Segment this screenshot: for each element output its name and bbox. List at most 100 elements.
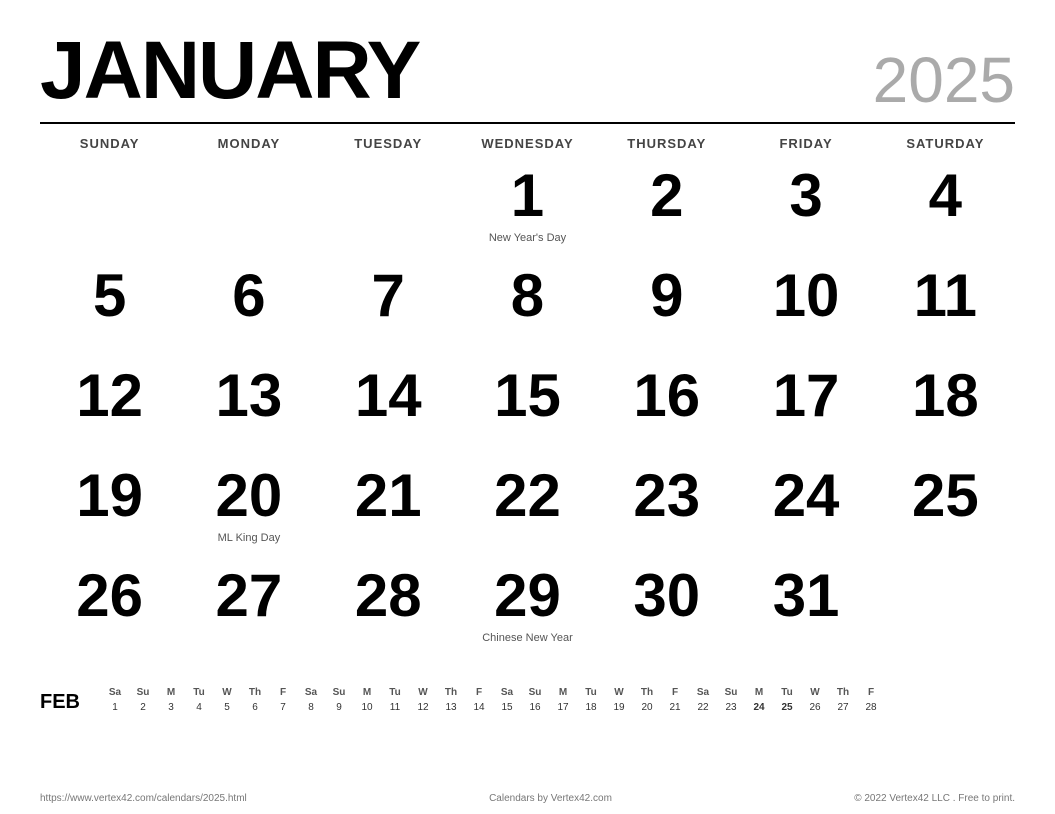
mini-header: F (661, 685, 689, 700)
mini-day: 13 (437, 700, 465, 715)
mini-day: 7 (269, 700, 297, 715)
mini-header: Tu (381, 685, 409, 700)
day-number: 9 (601, 263, 732, 329)
day-number: 6 (183, 263, 314, 329)
day-number: 29 (462, 563, 593, 629)
footer-left: https://www.vertex42.com/calendars/2025.… (40, 793, 247, 804)
day-number: 28 (323, 563, 454, 629)
mini-day: 20 (633, 700, 661, 715)
mini-header: Sa (493, 685, 521, 700)
calendar-cell: 5 (40, 257, 179, 357)
day-header: SUNDAY (40, 130, 179, 157)
mini-day: 2 (129, 700, 157, 715)
mini-header: Th (633, 685, 661, 700)
day-number: 8 (462, 263, 593, 329)
calendar-cell: 31 (736, 557, 875, 657)
mini-header: Sa (297, 685, 325, 700)
footer-center: Calendars by Vertex42.com (489, 793, 612, 804)
day-number: 7 (323, 263, 454, 329)
calendar-cell (179, 157, 318, 257)
mini-day: 9 (325, 700, 353, 715)
holiday-text: New Year's Day (462, 231, 593, 245)
mini-header: Tu (577, 685, 605, 700)
day-number: 25 (880, 463, 1011, 529)
mini-header: F (857, 685, 885, 700)
calendar-cell: 22 (458, 457, 597, 557)
mini-day: 28 (857, 700, 885, 715)
mini-day: 17 (549, 700, 577, 715)
mini-header: M (549, 685, 577, 700)
day-header: TUESDAY (319, 130, 458, 157)
mini-day: 15 (493, 700, 521, 715)
mini-day: 11 (381, 700, 409, 715)
day-number: 31 (740, 563, 871, 629)
day-number: 5 (44, 263, 175, 329)
calendar-cell: 19 (40, 457, 179, 557)
holiday-text: Chinese New Year (462, 631, 593, 645)
footer-right: © 2022 Vertex42 LLC . Free to print. (854, 793, 1015, 804)
calendar-cell: 14 (319, 357, 458, 457)
calendar-cell: 11 (876, 257, 1015, 357)
day-number: 15 (462, 363, 593, 429)
calendar-cell: 4 (876, 157, 1015, 257)
calendar-cell: 20ML King Day (179, 457, 318, 557)
day-number: 4 (880, 163, 1011, 229)
mini-day: 8 (297, 700, 325, 715)
mini-header: W (801, 685, 829, 700)
calendar-cell: 29 Chinese New Year (458, 557, 597, 657)
mini-header: Tu (185, 685, 213, 700)
mini-day: 6 (241, 700, 269, 715)
calendar-cell: 21 (319, 457, 458, 557)
mini-header: M (353, 685, 381, 700)
mini-day: 3 (157, 700, 185, 715)
mini-month-label: FEB (40, 685, 85, 714)
mini-header: Th (829, 685, 857, 700)
mini-grid: SaSuMTuWThFSaSuMTuWThFSaSuMTuWThFSaSuMTu… (101, 685, 885, 715)
day-number: 21 (323, 463, 454, 529)
day-number: 22 (462, 463, 593, 529)
day-number: 12 (44, 363, 175, 429)
mini-header: F (465, 685, 493, 700)
mini-day: 18 (577, 700, 605, 715)
calendar-cell: 26 (40, 557, 179, 657)
calendar-cell: 17 (736, 357, 875, 457)
mini-header: M (157, 685, 185, 700)
calendar-cell: 7 (319, 257, 458, 357)
mini-header: Su (521, 685, 549, 700)
day-header: FRIDAY (736, 130, 875, 157)
mini-day: 5 (213, 700, 241, 715)
day-number: 18 (880, 363, 1011, 429)
day-headers: SUNDAYMONDAYTUESDAYWEDNESDAYTHURSDAYFRID… (40, 130, 1015, 157)
header-row: JANUARY 2025 (40, 30, 1015, 112)
day-header: SATURDAY (876, 130, 1015, 157)
calendar-cell: 13 (179, 357, 318, 457)
mini-header: W (213, 685, 241, 700)
day-number: 2 (601, 163, 732, 229)
calendar-cell: 3 (736, 157, 875, 257)
mini-header: Su (717, 685, 745, 700)
mini-day: 27 (829, 700, 857, 715)
day-header: MONDAY (179, 130, 318, 157)
mini-day: 10 (353, 700, 381, 715)
mini-header: Sa (689, 685, 717, 700)
day-number: 16 (601, 363, 732, 429)
mini-header: F (269, 685, 297, 700)
calendar-cell (40, 157, 179, 257)
mini-day: 23 (717, 700, 745, 715)
calendar-cell: 12 (40, 357, 179, 457)
mini-day: 12 (409, 700, 437, 715)
mini-day: 4 (185, 700, 213, 715)
calendar-cell: 8 (458, 257, 597, 357)
calendar-grid: 1New Year's Day2345678910111213141516171… (40, 157, 1015, 657)
calendar-cell: 23 (597, 457, 736, 557)
mini-day: 16 (521, 700, 549, 715)
mini-day: 26 (801, 700, 829, 715)
footer-row: https://www.vertex42.com/calendars/2025.… (0, 793, 1055, 804)
calendar-cell: 10 (736, 257, 875, 357)
year-title: 2025 (873, 48, 1015, 112)
calendar-cell: 1New Year's Day (458, 157, 597, 257)
day-number: 3 (740, 163, 871, 229)
calendar-cell: 18 (876, 357, 1015, 457)
month-title: JANUARY (40, 30, 419, 112)
day-number: 20 (183, 463, 314, 529)
